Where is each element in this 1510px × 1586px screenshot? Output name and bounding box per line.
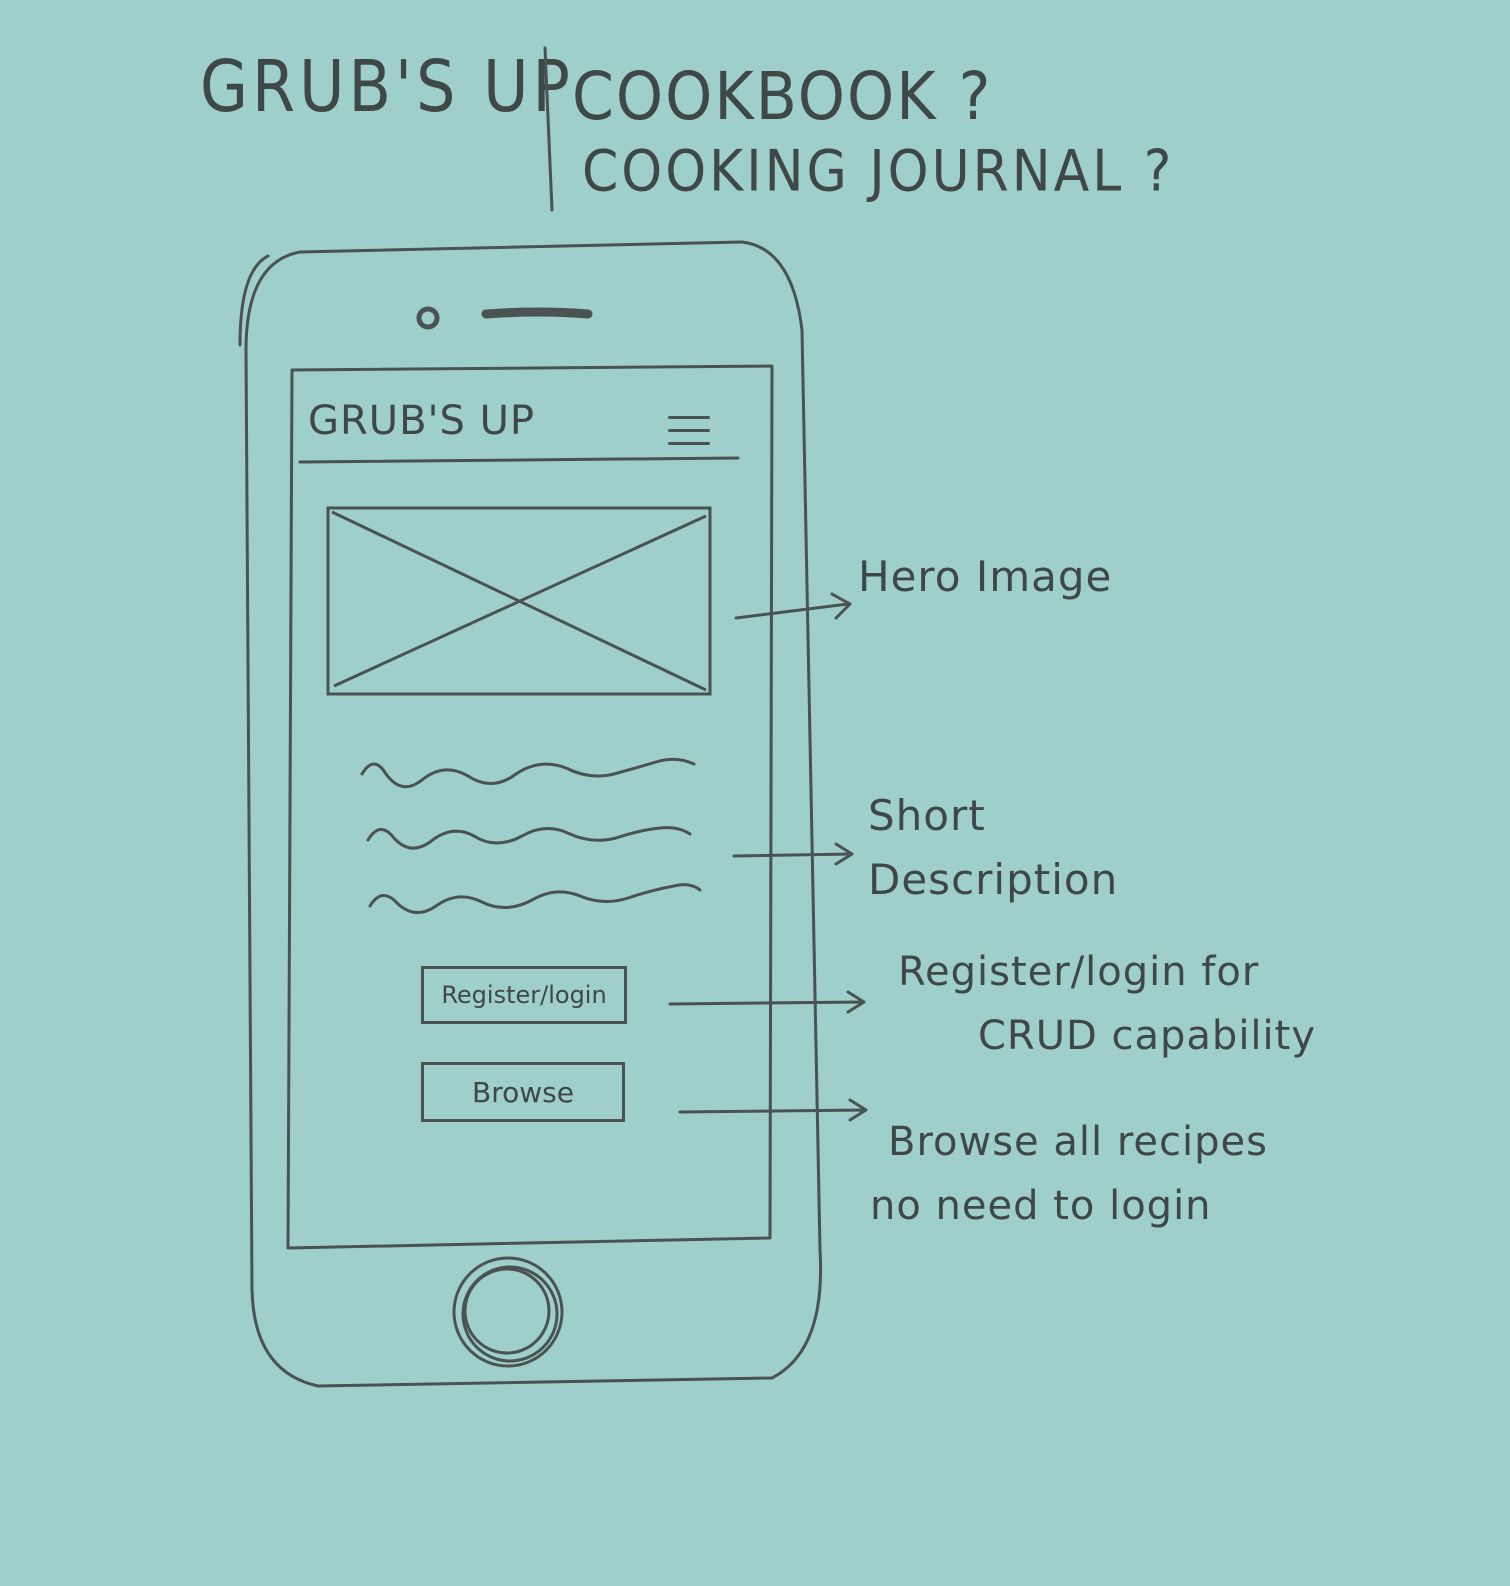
phone-edge-sketch bbox=[238, 254, 270, 347]
phone-speaker bbox=[481, 307, 593, 319]
hamburger-menu-icon[interactable] bbox=[664, 412, 716, 452]
annotation-description-line2: Description bbox=[868, 855, 1119, 904]
image-placeholder-icon bbox=[326, 506, 712, 696]
annotation-browse-line2: no need to login bbox=[870, 1183, 1212, 1229]
description-line-3 bbox=[368, 883, 702, 914]
annotation-register: Register/login for CRUD capability bbox=[898, 940, 1316, 1068]
description-arrow bbox=[732, 842, 854, 866]
register-arrow bbox=[668, 990, 866, 1014]
annotation-register-line1: Register/login for bbox=[898, 949, 1260, 995]
phone-camera-icon bbox=[416, 306, 440, 330]
annotation-browse: Browse all recipes no need to login bbox=[870, 1110, 1268, 1238]
description-line-2 bbox=[366, 826, 692, 850]
browse-arrow bbox=[678, 1098, 868, 1122]
register-login-button[interactable]: Register/login bbox=[421, 966, 627, 1024]
browse-button[interactable]: Browse bbox=[421, 1062, 625, 1122]
annotation-description-line1: Short bbox=[868, 791, 986, 840]
annotation-hero-image: Hero Image bbox=[858, 552, 1113, 601]
title-divider bbox=[543, 46, 554, 212]
app-title: GRUB'S UP bbox=[308, 398, 536, 444]
app-bar-divider bbox=[298, 456, 740, 464]
annotation-browse-line1: Browse all recipes bbox=[888, 1119, 1268, 1165]
description-line-1 bbox=[360, 757, 696, 789]
annotation-short-description: Short Description bbox=[868, 784, 1118, 912]
sketch-linework bbox=[238, 46, 868, 1388]
home-button-icon bbox=[452, 1256, 564, 1368]
hero-arrow bbox=[734, 592, 852, 620]
annotation-register-line2: CRUD capability bbox=[978, 1013, 1317, 1059]
